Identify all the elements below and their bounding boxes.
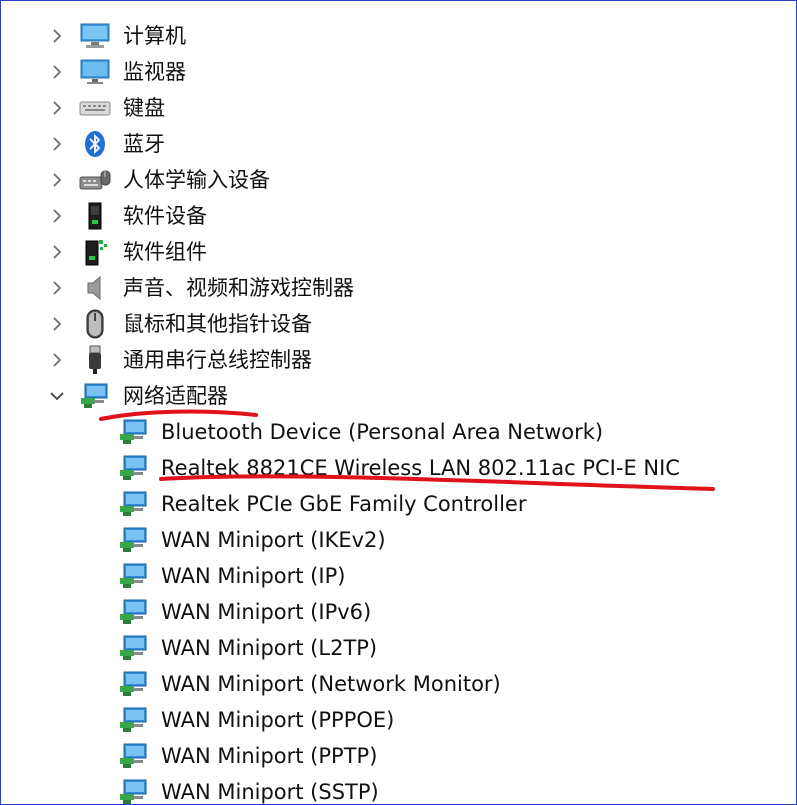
usb-icon (79, 345, 111, 374)
network-adapter-label: WAN Miniport (IPv6) (161, 600, 372, 624)
network-adapter-item[interactable]: WAN Miniport (PPPOE) (1, 702, 796, 738)
tree-item-hid[interactable]: 人体学输入设备 (1, 162, 796, 198)
tree-item-label: 软件组件 (123, 240, 207, 264)
tree-item-keyboards[interactable]: 键盘 (1, 90, 796, 126)
network-adapter-icon (118, 778, 150, 804)
network-adapter-label: WAN Miniport (PPPOE) (161, 708, 395, 732)
chevron-right-icon[interactable] (47, 306, 67, 342)
tree-item-monitors[interactable]: 监视器 (1, 54, 796, 90)
network-adapter-icon (118, 598, 150, 626)
network-adapter-item[interactable]: WAN Miniport (PPTP) (1, 738, 796, 774)
network-adapter-icon (118, 742, 150, 770)
tree-item-bluetooth[interactable]: 蓝牙 (1, 126, 796, 162)
chevron-right-icon[interactable] (47, 90, 67, 126)
network-adapter-label: WAN Miniport (L2TP) (161, 636, 378, 660)
tree-item-label: 监视器 (123, 60, 186, 84)
tree-item-label: 计算机 (123, 24, 186, 48)
speaker-icon (79, 274, 111, 302)
network-adapter-icon (118, 706, 150, 734)
network-adapter-item[interactable]: Realtek PCIe GbE Family Controller (1, 486, 796, 522)
network-adapter-label: Bluetooth Device (Personal Area Network) (161, 420, 604, 444)
network-adapter-label: WAN Miniport (PPTP) (161, 744, 378, 768)
tree-item-mice[interactable]: 鼠标和其他指针设备 (1, 306, 796, 342)
network-adapter-icon (118, 418, 150, 446)
tree-item-label: 鼠标和其他指针设备 (123, 312, 312, 336)
network-adapter-item[interactable]: WAN Miniport (L2TP) (1, 630, 796, 666)
tree-item-software-components[interactable]: 软件组件 (1, 234, 796, 270)
chevron-right-icon[interactable] (47, 270, 67, 306)
network-adapter-icon (118, 526, 150, 554)
keyboard-icon (79, 94, 111, 122)
tree-item-network-adapters[interactable]: 网络适配器 (1, 378, 796, 414)
chevron-right-icon[interactable] (47, 162, 67, 198)
network-adapter-item[interactable]: WAN Miniport (SSTP) (1, 774, 796, 804)
chevron-right-icon[interactable] (47, 54, 67, 90)
tree-item-computer[interactable]: 计算机 (1, 18, 796, 54)
mouse-icon (79, 309, 111, 339)
tree-item-label: 声音、视频和游戏控制器 (123, 276, 354, 300)
monitor-icon (79, 58, 111, 86)
software-component-icon (79, 238, 111, 266)
tree-item-label: 通用串行总线控制器 (123, 348, 312, 372)
network-adapter-item[interactable]: WAN Miniport (IPv6) (1, 594, 796, 630)
network-adapter-icon (118, 562, 150, 590)
chevron-right-icon[interactable] (47, 342, 67, 378)
device-manager-tree: 计算机 监视器 键盘 蓝牙 人体学输入设备 软件设备 软件组件 声音、视频和游戏… (0, 0, 797, 805)
chevron-right-icon[interactable] (47, 126, 67, 162)
network-adapter-icon (118, 634, 150, 662)
chevron-down-icon[interactable] (47, 378, 67, 414)
hid-icon (79, 166, 111, 194)
network-adapter-icon (79, 382, 111, 410)
chevron-right-icon[interactable] (47, 18, 67, 54)
network-adapter-label: WAN Miniport (Network Monitor) (161, 672, 501, 696)
network-adapter-item[interactable]: Realtek 8821CE Wireless LAN 802.11ac PCI… (1, 450, 796, 486)
network-adapter-label: WAN Miniport (IP) (161, 564, 346, 588)
tree-item-label: 蓝牙 (123, 132, 165, 156)
network-adapter-item[interactable]: WAN Miniport (IP) (1, 558, 796, 594)
computer-icon (79, 22, 111, 50)
network-adapter-icon (118, 670, 150, 698)
bluetooth-icon (79, 130, 111, 158)
chevron-right-icon[interactable] (47, 198, 67, 234)
network-adapter-item[interactable]: WAN Miniport (Network Monitor) (1, 666, 796, 702)
network-adapter-label: Realtek PCIe GbE Family Controller (161, 492, 527, 516)
tree-item-software-devices[interactable]: 软件设备 (1, 198, 796, 234)
network-adapter-label: WAN Miniport (SSTP) (161, 780, 379, 804)
tree-item-label: 网络适配器 (123, 384, 228, 408)
tree-item-label: 人体学输入设备 (123, 168, 270, 192)
chevron-right-icon[interactable] (47, 234, 67, 270)
tree-item-label: 软件设备 (123, 204, 207, 228)
network-adapter-icon (118, 490, 150, 518)
tree-item-usb-controllers[interactable]: 通用串行总线控制器 (1, 342, 796, 378)
tree-item-sound-video-game[interactable]: 声音、视频和游戏控制器 (1, 270, 796, 306)
network-adapter-label: Realtek 8821CE Wireless LAN 802.11ac PCI… (161, 456, 680, 480)
network-adapter-item[interactable]: WAN Miniport (IKEv2) (1, 522, 796, 558)
network-adapter-icon (118, 454, 150, 482)
network-adapter-label: WAN Miniport (IKEv2) (161, 528, 386, 552)
software-device-icon (79, 202, 111, 230)
network-adapter-item[interactable]: Bluetooth Device (Personal Area Network) (1, 414, 796, 450)
tree-item-label: 键盘 (123, 96, 165, 120)
